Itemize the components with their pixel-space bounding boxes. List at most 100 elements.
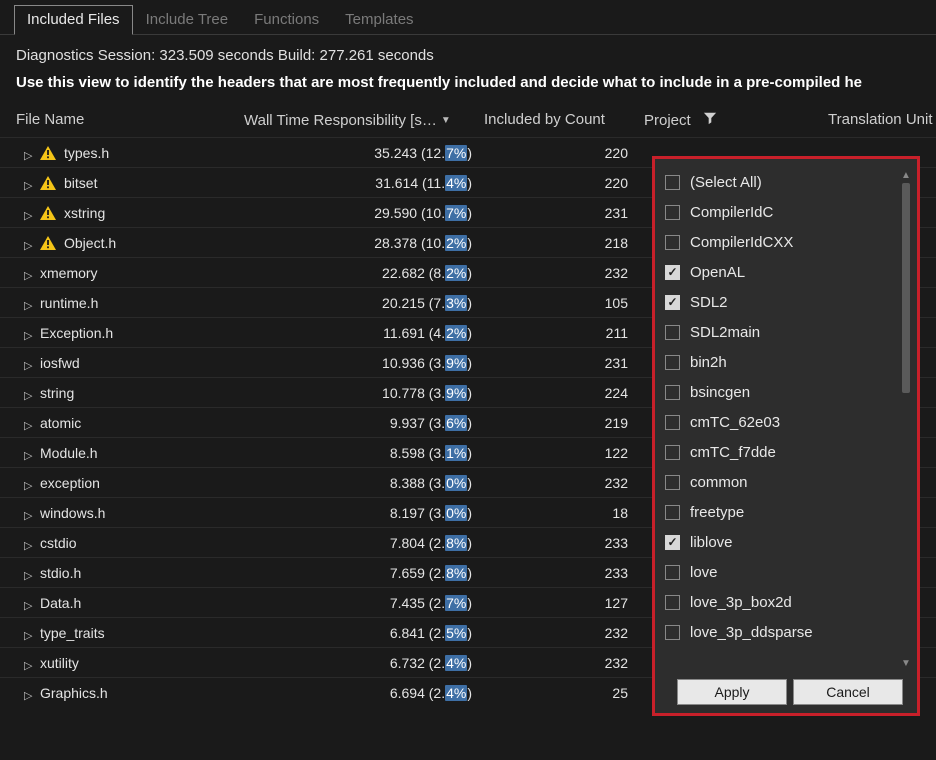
filter-item[interactable]: SDL2main — [665, 317, 913, 347]
file-name-cell: ▷windows.h — [0, 505, 244, 521]
count-cell: 220 — [484, 175, 644, 191]
file-name: Graphics.h — [40, 685, 108, 701]
checkbox[interactable] — [665, 385, 680, 400]
count-cell: 231 — [484, 205, 644, 221]
wall-time-cell: 6.841 (2.5%) — [244, 625, 484, 641]
scroll-up-icon[interactable]: ▲ — [901, 171, 911, 181]
file-name-cell: ▷Object.h — [0, 235, 244, 251]
file-name-cell: ▷ Graphics.h — [0, 685, 244, 701]
col-wall-time[interactable]: Wall Time Responsibility [s… ▼ — [244, 111, 484, 129]
wall-time-cell: 35.243 (12.7%) — [244, 145, 484, 161]
expand-icon[interactable]: ▷ — [24, 689, 32, 697]
scroll-thumb[interactable] — [902, 183, 910, 393]
expand-icon[interactable]: ▷ — [24, 659, 32, 667]
checkbox[interactable] — [665, 625, 680, 640]
expand-icon[interactable]: ▷ — [24, 599, 32, 607]
wall-time-cell: 8.197 (3.0%) — [244, 505, 484, 521]
col-project-label: Project — [644, 112, 691, 129]
checkbox[interactable] — [665, 355, 680, 370]
filter-item-label: SDL2main — [690, 324, 760, 341]
filter-item[interactable]: cmTC_62e03 — [665, 407, 913, 437]
expand-icon[interactable]: ▷ — [24, 539, 32, 547]
expand-icon[interactable]: ▷ — [24, 569, 32, 577]
file-name-cell: ▷xutility — [0, 655, 244, 671]
filter-item[interactable]: CompilerIdCXX — [665, 227, 913, 257]
filter-item[interactable]: love — [665, 557, 913, 587]
file-name: runtime.h — [40, 295, 98, 311]
file-name: types.h — [64, 145, 109, 161]
col-translation-unit[interactable]: Translation Unit — [824, 111, 936, 129]
checkbox[interactable] — [665, 535, 680, 550]
expand-icon[interactable]: ▷ — [24, 269, 32, 277]
count-cell: 218 — [484, 235, 644, 251]
file-name-cell: ▷cstdio — [0, 535, 244, 551]
checkbox[interactable] — [665, 205, 680, 220]
expand-icon[interactable]: ▷ — [24, 329, 32, 337]
checkbox[interactable] — [665, 235, 680, 250]
filter-item[interactable]: freetype — [665, 497, 913, 527]
wall-time-cell: 8.598 (3.1%) — [244, 445, 484, 461]
expand-icon[interactable]: ▷ — [24, 209, 32, 217]
filter-item-label: bin2h — [690, 354, 727, 371]
filter-item[interactable]: love_3p_ddsparse — [665, 617, 913, 647]
filter-item[interactable]: common — [665, 467, 913, 497]
filter-item[interactable]: OpenAL — [665, 257, 913, 287]
filter-item[interactable]: cmTC_f7dde — [665, 437, 913, 467]
filter-item[interactable]: bsincgen — [665, 377, 913, 407]
file-name: Exception.h — [40, 325, 113, 341]
checkbox[interactable] — [665, 175, 680, 190]
expand-icon[interactable]: ▷ — [24, 179, 32, 187]
wall-time-cell: 22.682 (8.2%) — [244, 265, 484, 281]
checkbox[interactable] — [665, 595, 680, 610]
filter-item[interactable]: SDL2 — [665, 287, 913, 317]
checkbox[interactable] — [665, 415, 680, 430]
checkbox[interactable] — [665, 325, 680, 340]
wall-time-cell: 31.614 (11.4%) — [244, 175, 484, 191]
apply-button[interactable]: Apply — [677, 679, 787, 705]
scroll-down-icon[interactable]: ▼ — [901, 659, 911, 669]
expand-icon[interactable]: ▷ — [24, 479, 32, 487]
file-name-cell: ▷exception — [0, 475, 244, 491]
filter-item[interactable]: (Select All) — [665, 167, 913, 197]
file-name-cell: ▷ bitset — [0, 175, 244, 191]
filter-item[interactable]: love_3p_box2d — [665, 587, 913, 617]
checkbox[interactable] — [665, 505, 680, 520]
checkbox[interactable] — [665, 295, 680, 310]
file-name-cell: ▷stdio.h — [0, 565, 244, 581]
file-name-cell: ▷xstring — [0, 205, 244, 221]
col-included-count[interactable]: Included by Count — [484, 111, 644, 129]
checkbox[interactable] — [665, 475, 680, 490]
count-cell: 220 — [484, 145, 644, 161]
filter-item-label: SDL2 — [690, 294, 728, 311]
col-project[interactable]: Project — [644, 111, 824, 129]
filter-item-label: CompilerIdC — [690, 204, 773, 221]
expand-icon[interactable]: ▷ — [24, 419, 32, 427]
filter-item[interactable]: bin2h — [665, 347, 913, 377]
tab-functions[interactable]: Functions — [241, 5, 332, 35]
file-name: bitset — [64, 175, 97, 191]
tab-included-files[interactable]: Included Files — [14, 5, 133, 35]
expand-icon[interactable]: ▷ — [24, 509, 32, 517]
tab-include-tree[interactable]: Include Tree — [133, 5, 242, 35]
filter-icon[interactable] — [703, 111, 717, 129]
cancel-button[interactable]: Cancel — [793, 679, 903, 705]
count-cell: 122 — [484, 445, 644, 461]
filter-item[interactable]: CompilerIdC — [665, 197, 913, 227]
checkbox[interactable] — [665, 445, 680, 460]
expand-icon[interactable]: ▷ — [24, 389, 32, 397]
col-file-name[interactable]: File Name — [0, 111, 244, 129]
filter-item-label: cmTC_62e03 — [690, 414, 780, 431]
expand-icon[interactable]: ▷ — [24, 299, 32, 307]
tab-templates[interactable]: Templates — [332, 5, 426, 35]
expand-icon[interactable]: ▷ — [24, 149, 32, 157]
filter-item[interactable]: liblove — [665, 527, 913, 557]
expand-icon[interactable]: ▷ — [24, 239, 32, 247]
filter-scrollbar[interactable]: ▲ ▼ — [899, 171, 913, 669]
expand-icon[interactable]: ▷ — [24, 359, 32, 367]
count-cell: 105 — [484, 295, 644, 311]
checkbox[interactable] — [665, 265, 680, 280]
warning-icon — [40, 236, 56, 250]
expand-icon[interactable]: ▷ — [24, 449, 32, 457]
checkbox[interactable] — [665, 565, 680, 580]
expand-icon[interactable]: ▷ — [24, 629, 32, 637]
